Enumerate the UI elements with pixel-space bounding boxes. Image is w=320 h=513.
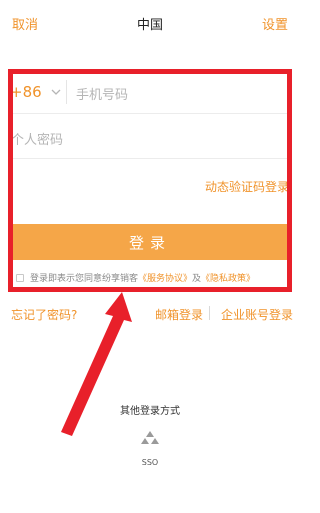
other-login-title: 其他登录方式: [120, 406, 180, 417]
sso-label: SSO: [141, 458, 159, 467]
highlight-frame: [8, 69, 292, 292]
corp-account-login-link[interactable]: 企业账号登录: [221, 306, 293, 323]
sso-triangles-icon[interactable]: [140, 430, 160, 446]
settings-button[interactable]: 设置: [262, 14, 288, 33]
annotation-arrow-icon: [61, 292, 132, 436]
divider: [209, 306, 210, 320]
page-title: 中国: [136, 18, 163, 33]
email-login-link[interactable]: 邮箱登录: [155, 306, 203, 323]
